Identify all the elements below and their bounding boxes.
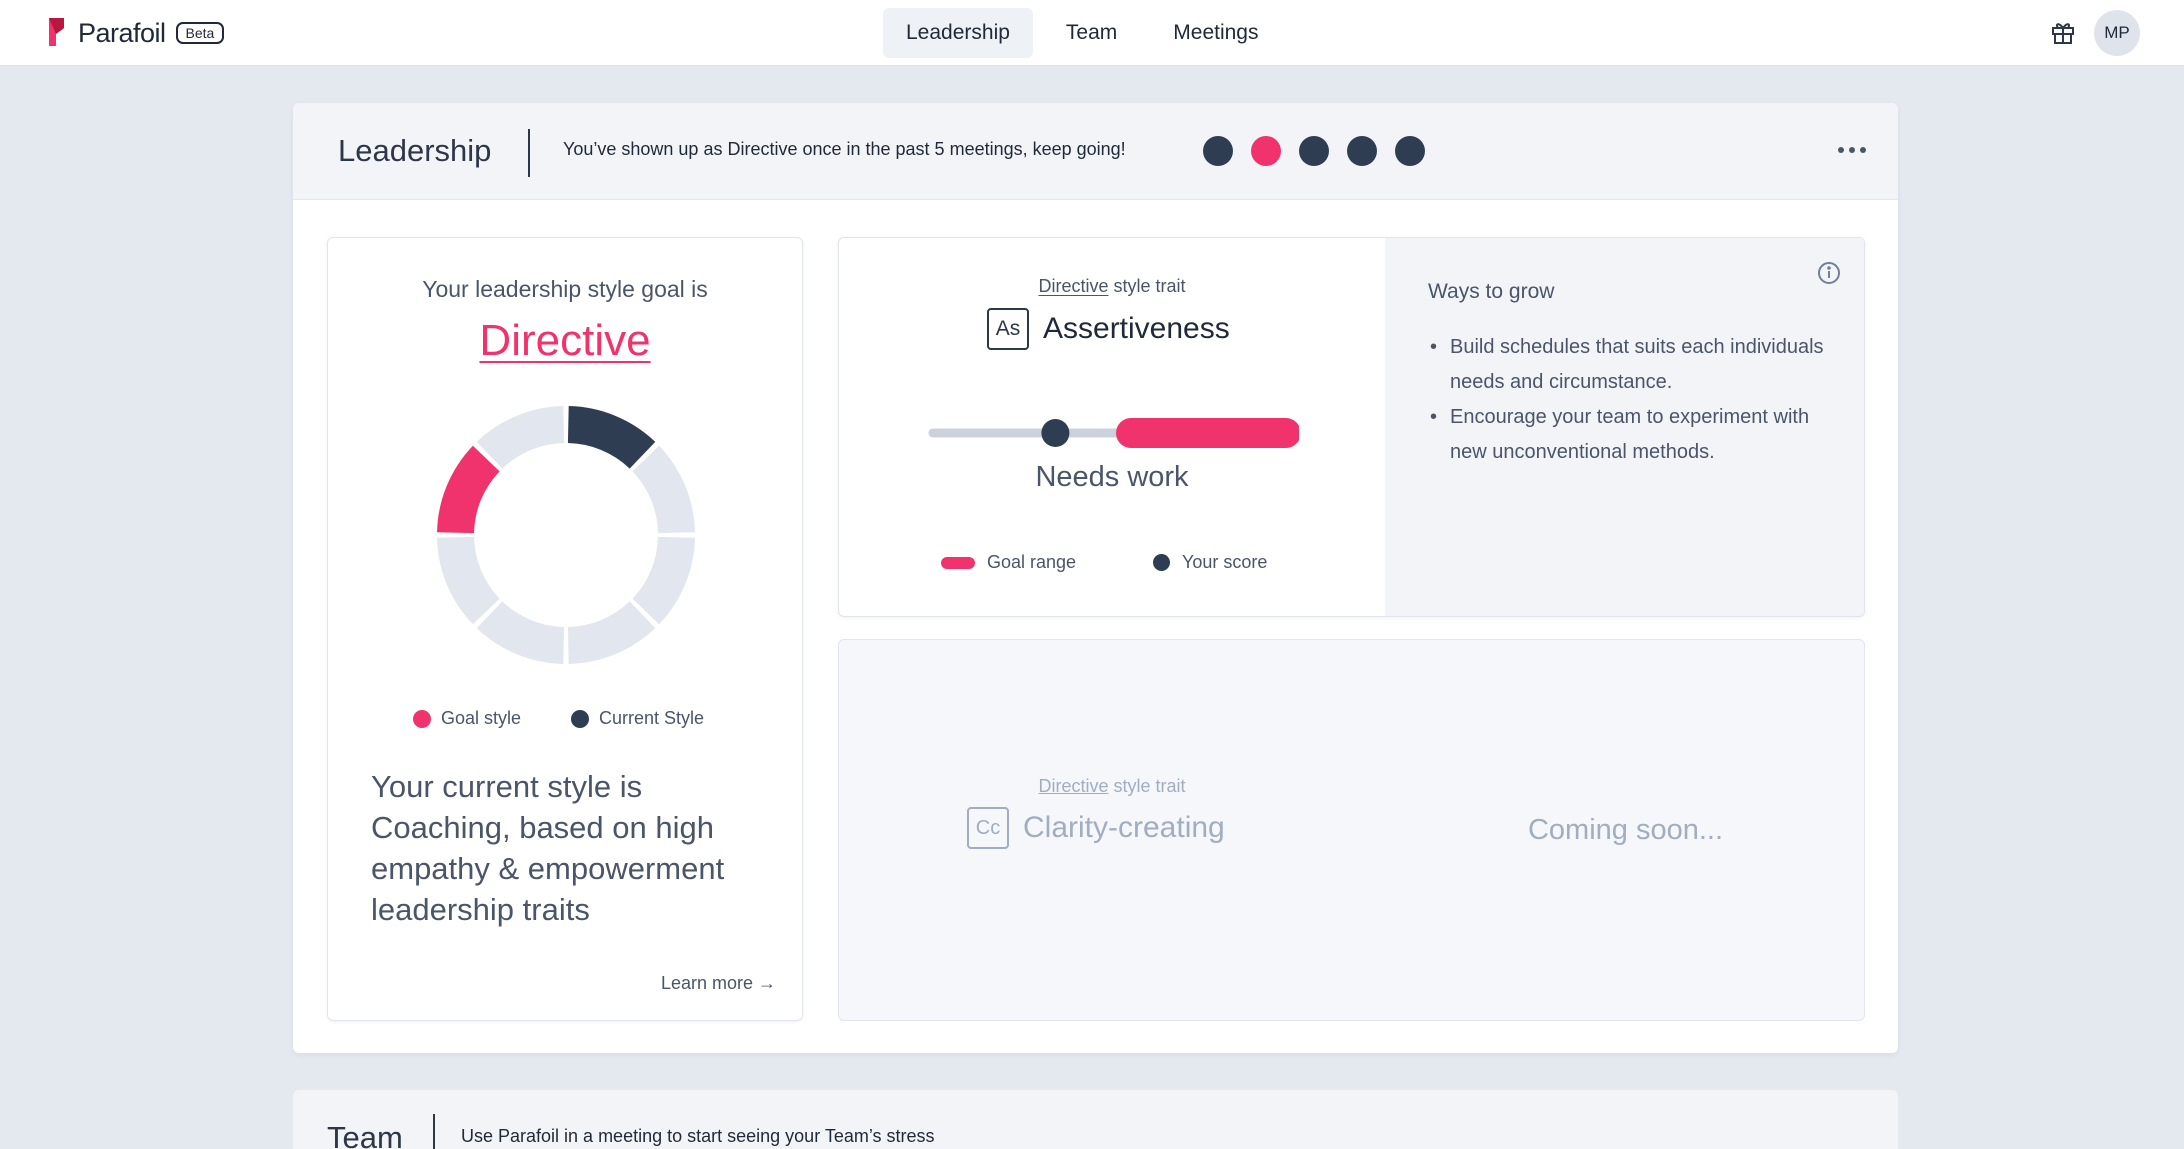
legend-goal-range-label: Goal range <box>987 552 1077 572</box>
meeting-dot <box>1251 136 1281 166</box>
tab-leadership[interactable]: Leadership <box>883 8 1033 58</box>
legend-your-score-label: Your score <box>1182 552 1268 572</box>
donut-segment-other <box>437 536 500 625</box>
upcoming-style-suffix: style trait <box>1113 776 1186 796</box>
upcoming-trait-heading: Cc Clarity-creating <box>967 807 1225 849</box>
donut-segment-goal <box>437 445 500 534</box>
leadership-section: Leadership You’ve shown up as Directive … <box>293 103 1898 1053</box>
trait-abbr-icon: As <box>987 308 1029 350</box>
upcoming-style-link: Directive <box>1038 776 1109 796</box>
trait-subtitle: Directive style trait <box>839 276 1385 297</box>
tab-meetings[interactable]: Meetings <box>1150 8 1281 58</box>
legend-current: Current Style <box>571 708 704 729</box>
current-dot-icon <box>571 709 589 728</box>
current-style-text: Your current style is Coaching, based on… <box>371 769 725 927</box>
donut-segment-other <box>476 601 565 664</box>
trait-heading: As Assertiveness <box>987 308 1230 350</box>
list-item: Build schedules that suits each individu… <box>1428 330 1838 400</box>
upcoming-trait-card: Directive style trait Cc Clarity-creatin… <box>838 639 1865 1021</box>
main-nav: Leadership Team Meetings <box>883 8 1282 58</box>
leadership-header: Leadership You’ve shown up as Directive … <box>293 103 1898 200</box>
meeting-dot <box>1347 136 1377 166</box>
upcoming-trait-title: Clarity-creating <box>1023 811 1225 844</box>
legend-goal-range: Goal range <box>941 552 1076 573</box>
trait-title: Assertiveness <box>1043 312 1230 345</box>
progress-message: You’ve shown up as Directive once in the… <box>563 139 1126 159</box>
meeting-dot <box>1203 136 1233 166</box>
donut-segment-other <box>476 406 565 469</box>
more-options-icon[interactable] <box>1838 147 1866 153</box>
learn-more-link[interactable]: Learn more → <box>661 973 776 994</box>
logo[interactable]: Parafoil Beta <box>46 16 225 50</box>
gift-icon[interactable] <box>2049 18 2077 46</box>
meeting-dot <box>1299 136 1329 166</box>
avatar[interactable]: MP <box>2094 10 2140 56</box>
team-divider <box>433 1114 435 1149</box>
trait-style-link[interactable]: Directive <box>1038 276 1108 296</box>
ways-to-grow-panel: Ways to grow Build schedules that suits … <box>1385 238 1864 616</box>
meeting-dot <box>1395 136 1425 166</box>
coming-soon-label: Coming soon... <box>1527 814 1724 846</box>
team-section-title: Team <box>327 1120 403 1149</box>
legend-goal-label: Goal style <box>441 708 522 728</box>
donut-segment-other <box>632 536 695 625</box>
legend-current-label: Current Style <box>599 708 705 728</box>
trait-style-suffix: style trait <box>1113 276 1186 296</box>
upcoming-trait-abbr-icon: Cc <box>967 807 1009 849</box>
donut-segment-current <box>567 406 656 469</box>
legend-goal: Goal style <box>413 708 521 729</box>
top-bar: Parafoil Beta Leadership Team Meetings M… <box>0 0 2184 66</box>
donut-segment-other <box>567 601 656 664</box>
team-section: Team Use Parafoil in a meeting to start … <box>293 1090 1898 1149</box>
beta-badge: Beta <box>175 22 225 44</box>
goal-style-card: Your leadership style goal is Directive … <box>327 237 803 1021</box>
ways-to-grow-title: Ways to grow <box>1428 280 1555 303</box>
list-item: Encourage your team to experiment with n… <box>1428 400 1838 470</box>
donut-segment-other <box>632 445 695 534</box>
header-divider <box>528 129 530 177</box>
goal-range-icon <box>941 556 975 569</box>
tab-team[interactable]: Team <box>1043 8 1140 58</box>
goal-dot-icon <box>413 709 431 728</box>
info-icon[interactable] <box>1816 260 1842 286</box>
legend-your-score: Your score <box>1153 552 1267 573</box>
parafoil-logo-icon <box>46 16 72 50</box>
app-name: Parafoil <box>78 17 166 48</box>
trait-score-slider <box>928 418 1299 448</box>
style-donut-chart <box>437 406 695 664</box>
trait-status: Needs work <box>1035 461 1189 493</box>
upcoming-trait-subtitle: Directive style trait <box>839 776 1385 797</box>
goal-intro: Your leadership style goal is <box>422 276 708 302</box>
score-dot-icon <box>1153 554 1170 571</box>
score-marker <box>1041 419 1070 447</box>
trait-score-panel: Directive style trait As Assertiveness N… <box>839 238 1385 616</box>
section-title: Leadership <box>338 133 492 168</box>
ways-to-grow-list: Build schedules that suits each individu… <box>1428 330 1838 470</box>
meeting-dots <box>1203 136 1425 166</box>
team-message: Use Parafoil in a meeting to start seein… <box>461 1126 935 1146</box>
goal-style-link[interactable]: Directive <box>328 316 802 366</box>
trait-card: Directive style trait As Assertiveness N… <box>838 237 1865 617</box>
